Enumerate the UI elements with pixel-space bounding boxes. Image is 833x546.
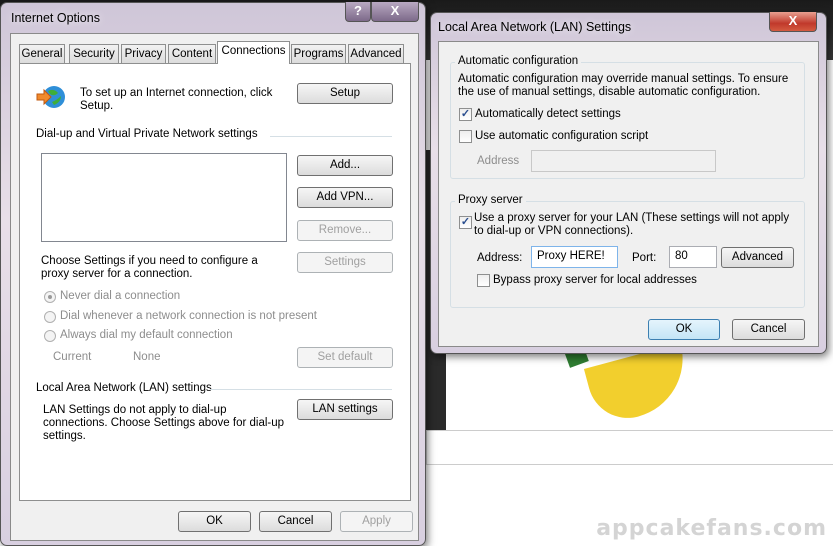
add-button[interactable]: Add... [297,155,393,176]
radio-never-dial-label: Never dial a connection [60,290,181,302]
setup-button[interactable]: Setup [297,83,393,104]
advanced-button[interactable]: Advanced [721,247,794,268]
current-value: None [133,351,161,363]
divider [210,389,392,390]
lan-description: LAN Settings do not apply to dial-up con… [43,404,285,442]
add-vpn-button[interactable]: Add VPN... [297,187,393,208]
radio-always-dial-label: Always dial my default connection [60,329,233,341]
close-button[interactable]: X [769,12,817,32]
automatic-configuration-header: Automatic configuration [455,55,582,67]
set-default-button[interactable]: Set default [297,347,393,368]
auto-detect-label: Automatically detect settings [475,108,621,120]
ok-button[interactable]: OK [648,319,720,340]
use-proxy-label: Use a proxy server for your LAN (These s… [474,212,790,237]
setup-description: To set up an Internet connection, click … [80,87,273,112]
proxy-address-input[interactable]: Proxy HERE! [531,246,618,268]
connections-panel: To set up an Internet connection, click … [19,63,411,501]
radio-dial-whenever-label: Dial whenever a network connection is no… [60,310,317,322]
dialog-body: General Security Privacy Content Connect… [10,33,419,541]
tab-privacy[interactable]: Privacy [121,44,166,63]
background-search-box [426,430,833,465]
port-label: Port: [632,252,657,264]
dialog-body: Automatic configuration Automatic config… [438,41,819,347]
connections-list[interactable] [41,153,287,242]
tab-programs[interactable]: Programs [291,44,346,63]
settings-button[interactable]: Settings [297,252,393,273]
auto-script-checkbox[interactable] [459,130,472,143]
use-proxy-checkbox[interactable]: ✓ [459,216,472,229]
radio-never-dial[interactable] [44,291,56,303]
cancel-button[interactable]: Cancel [732,319,805,340]
window-title: Local Area Network (LAN) Settings [438,20,632,34]
bypass-local-checkbox[interactable] [477,274,490,287]
background-logo-shape [583,343,697,427]
watermark: appcakefans.com [596,516,827,541]
apply-button[interactable]: Apply [340,511,413,532]
proxy-server-header: Proxy server [455,194,526,206]
bypass-local-label: Bypass proxy server for local addresses [493,274,697,286]
script-address-input[interactable] [531,150,716,172]
auto-script-label: Use automatic configuration script [475,130,649,142]
tab-security[interactable]: Security [69,44,119,63]
address-label: Address [477,155,520,167]
lan-section-header: Local Area Network (LAN) settings [36,382,212,394]
auto-detect-checkbox[interactable]: ✓ [459,108,472,121]
cancel-button[interactable]: Cancel [259,511,332,532]
close-button[interactable]: X [371,2,419,22]
help-button[interactable]: ? [345,2,371,22]
tab-connections[interactable]: Connections [217,41,290,64]
ok-button[interactable]: OK [178,511,251,532]
tab-content[interactable]: Content [168,44,216,63]
lan-settings-button[interactable]: LAN settings [297,399,393,420]
internet-options-window: Internet Options ? X General Security Pr… [0,2,426,546]
lan-settings-window: Local Area Network (LAN) Settings X Auto… [430,12,827,354]
dialup-section-header: Dial-up and Virtual Private Network sett… [36,128,258,140]
radio-always-dial[interactable] [44,330,56,342]
radio-dial-whenever[interactable] [44,311,56,323]
remove-button[interactable]: Remove... [297,220,393,241]
proxy-address-label: Address: [477,252,523,264]
port-input[interactable]: 80 [669,246,717,268]
divider [270,136,392,137]
current-label: Current [53,351,92,363]
window-title: Internet Options [11,11,100,25]
automatic-configuration-description: Automatic configuration may override man… [458,73,789,98]
tab-general[interactable]: General [19,44,65,63]
tab-advanced[interactable]: Advanced [348,44,404,63]
globe-icon [36,84,66,110]
settings-description: Choose Settings if you need to configure… [41,255,258,280]
